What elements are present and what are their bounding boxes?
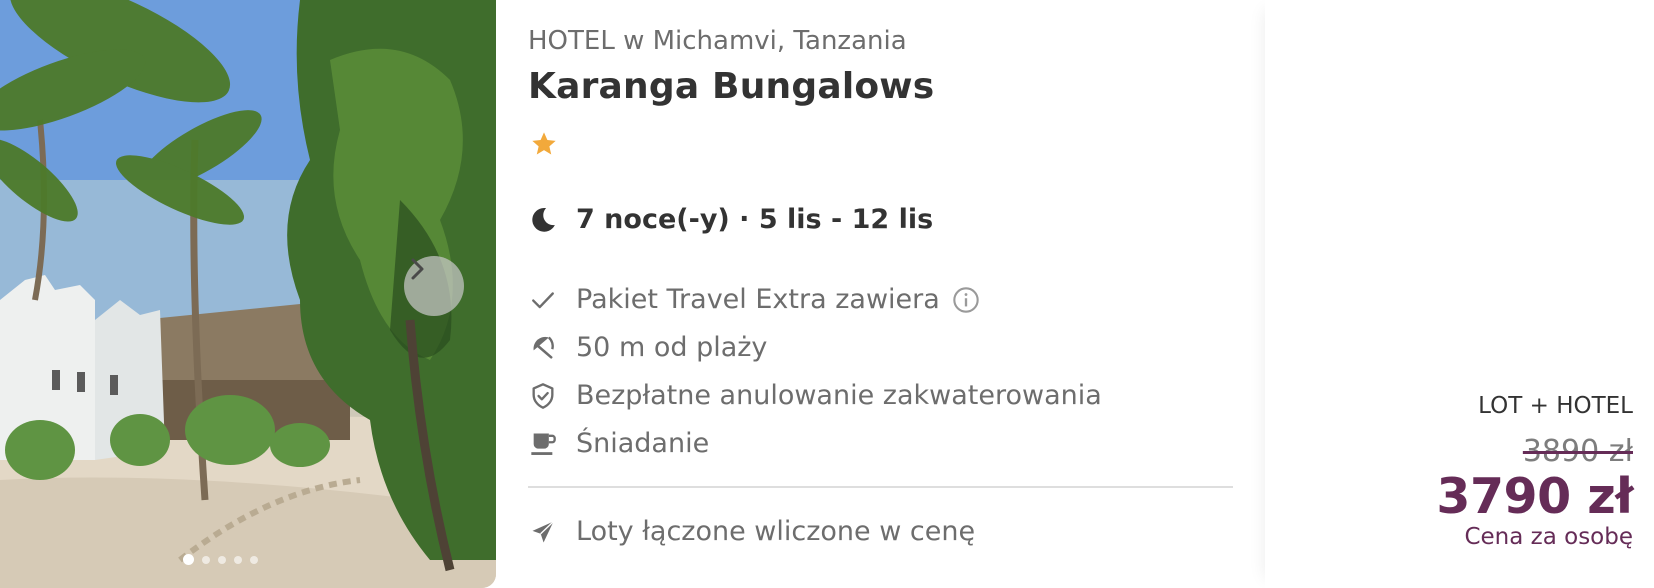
feature-free-cancellation: Bezpłatne anulowanie zakwaterowania [528, 380, 1102, 411]
flight-info: Loty łączone wliczone w cenę [528, 516, 975, 547]
shield-check-icon [528, 381, 558, 411]
feature-label: Bezpłatne anulowanie zakwaterowania [576, 380, 1102, 411]
star-icon [532, 132, 556, 155]
feature-breakfast: Śniadanie [528, 428, 709, 459]
hotel-name[interactable]: Karanga Bungalows [528, 66, 934, 107]
moon-icon [532, 207, 555, 232]
airplane-icon [528, 517, 558, 547]
gallery-next-button[interactable] [404, 256, 464, 316]
checkmark-icon [528, 285, 558, 315]
hotel-rating [530, 130, 558, 162]
feature-label: 50 m od plaży [576, 332, 768, 363]
feature-label: Śniadanie [576, 428, 710, 459]
gallery-dot-3[interactable] [218, 555, 226, 564]
hotel-location: HOTEL w Michamvi, Tanzania [528, 26, 907, 56]
stay-dates: 7 noce(-y) · 5 lis - 12 lis [528, 204, 933, 235]
gallery-dot-5[interactable] [250, 555, 258, 564]
beach-umbrella-icon [528, 333, 558, 363]
coffee-cup-icon [528, 429, 558, 459]
stay-dates-text: 7 noce(-y) · 5 lis - 12 lis [576, 204, 934, 235]
offer-card[interactable]: HOTEL w Michamvi, Tanzania Karanga Bunga… [0, 0, 1654, 588]
old-price: 3890 zł [1522, 434, 1633, 469]
gallery-dot-2[interactable] [202, 555, 210, 564]
gallery-dot-4[interactable] [234, 555, 242, 564]
price-per-person-label: Cena za osobę [1464, 524, 1633, 550]
flight-label: Loty łączone wliczone w cenę [576, 516, 976, 547]
gallery-dot-1[interactable] [183, 554, 194, 565]
price-panel: LOT + HOTEL 3890 zł 3790 zł Cena za osob… [1265, 0, 1654, 588]
chevron-right-icon [411, 258, 424, 280]
feature-beach-distance: 50 m od plaży [528, 332, 767, 363]
info-icon[interactable] [952, 286, 980, 314]
feature-label: Pakiet Travel Extra zawiera [576, 284, 940, 315]
hotel-photo-gallery[interactable] [0, 0, 496, 588]
divider [528, 486, 1233, 488]
package-type: LOT + HOTEL [1478, 393, 1633, 419]
current-price[interactable]: 3790 zł [1436, 468, 1633, 525]
feature-travel-extra: Pakiet Travel Extra zawiera [528, 284, 980, 315]
gallery-pagination [183, 554, 258, 565]
